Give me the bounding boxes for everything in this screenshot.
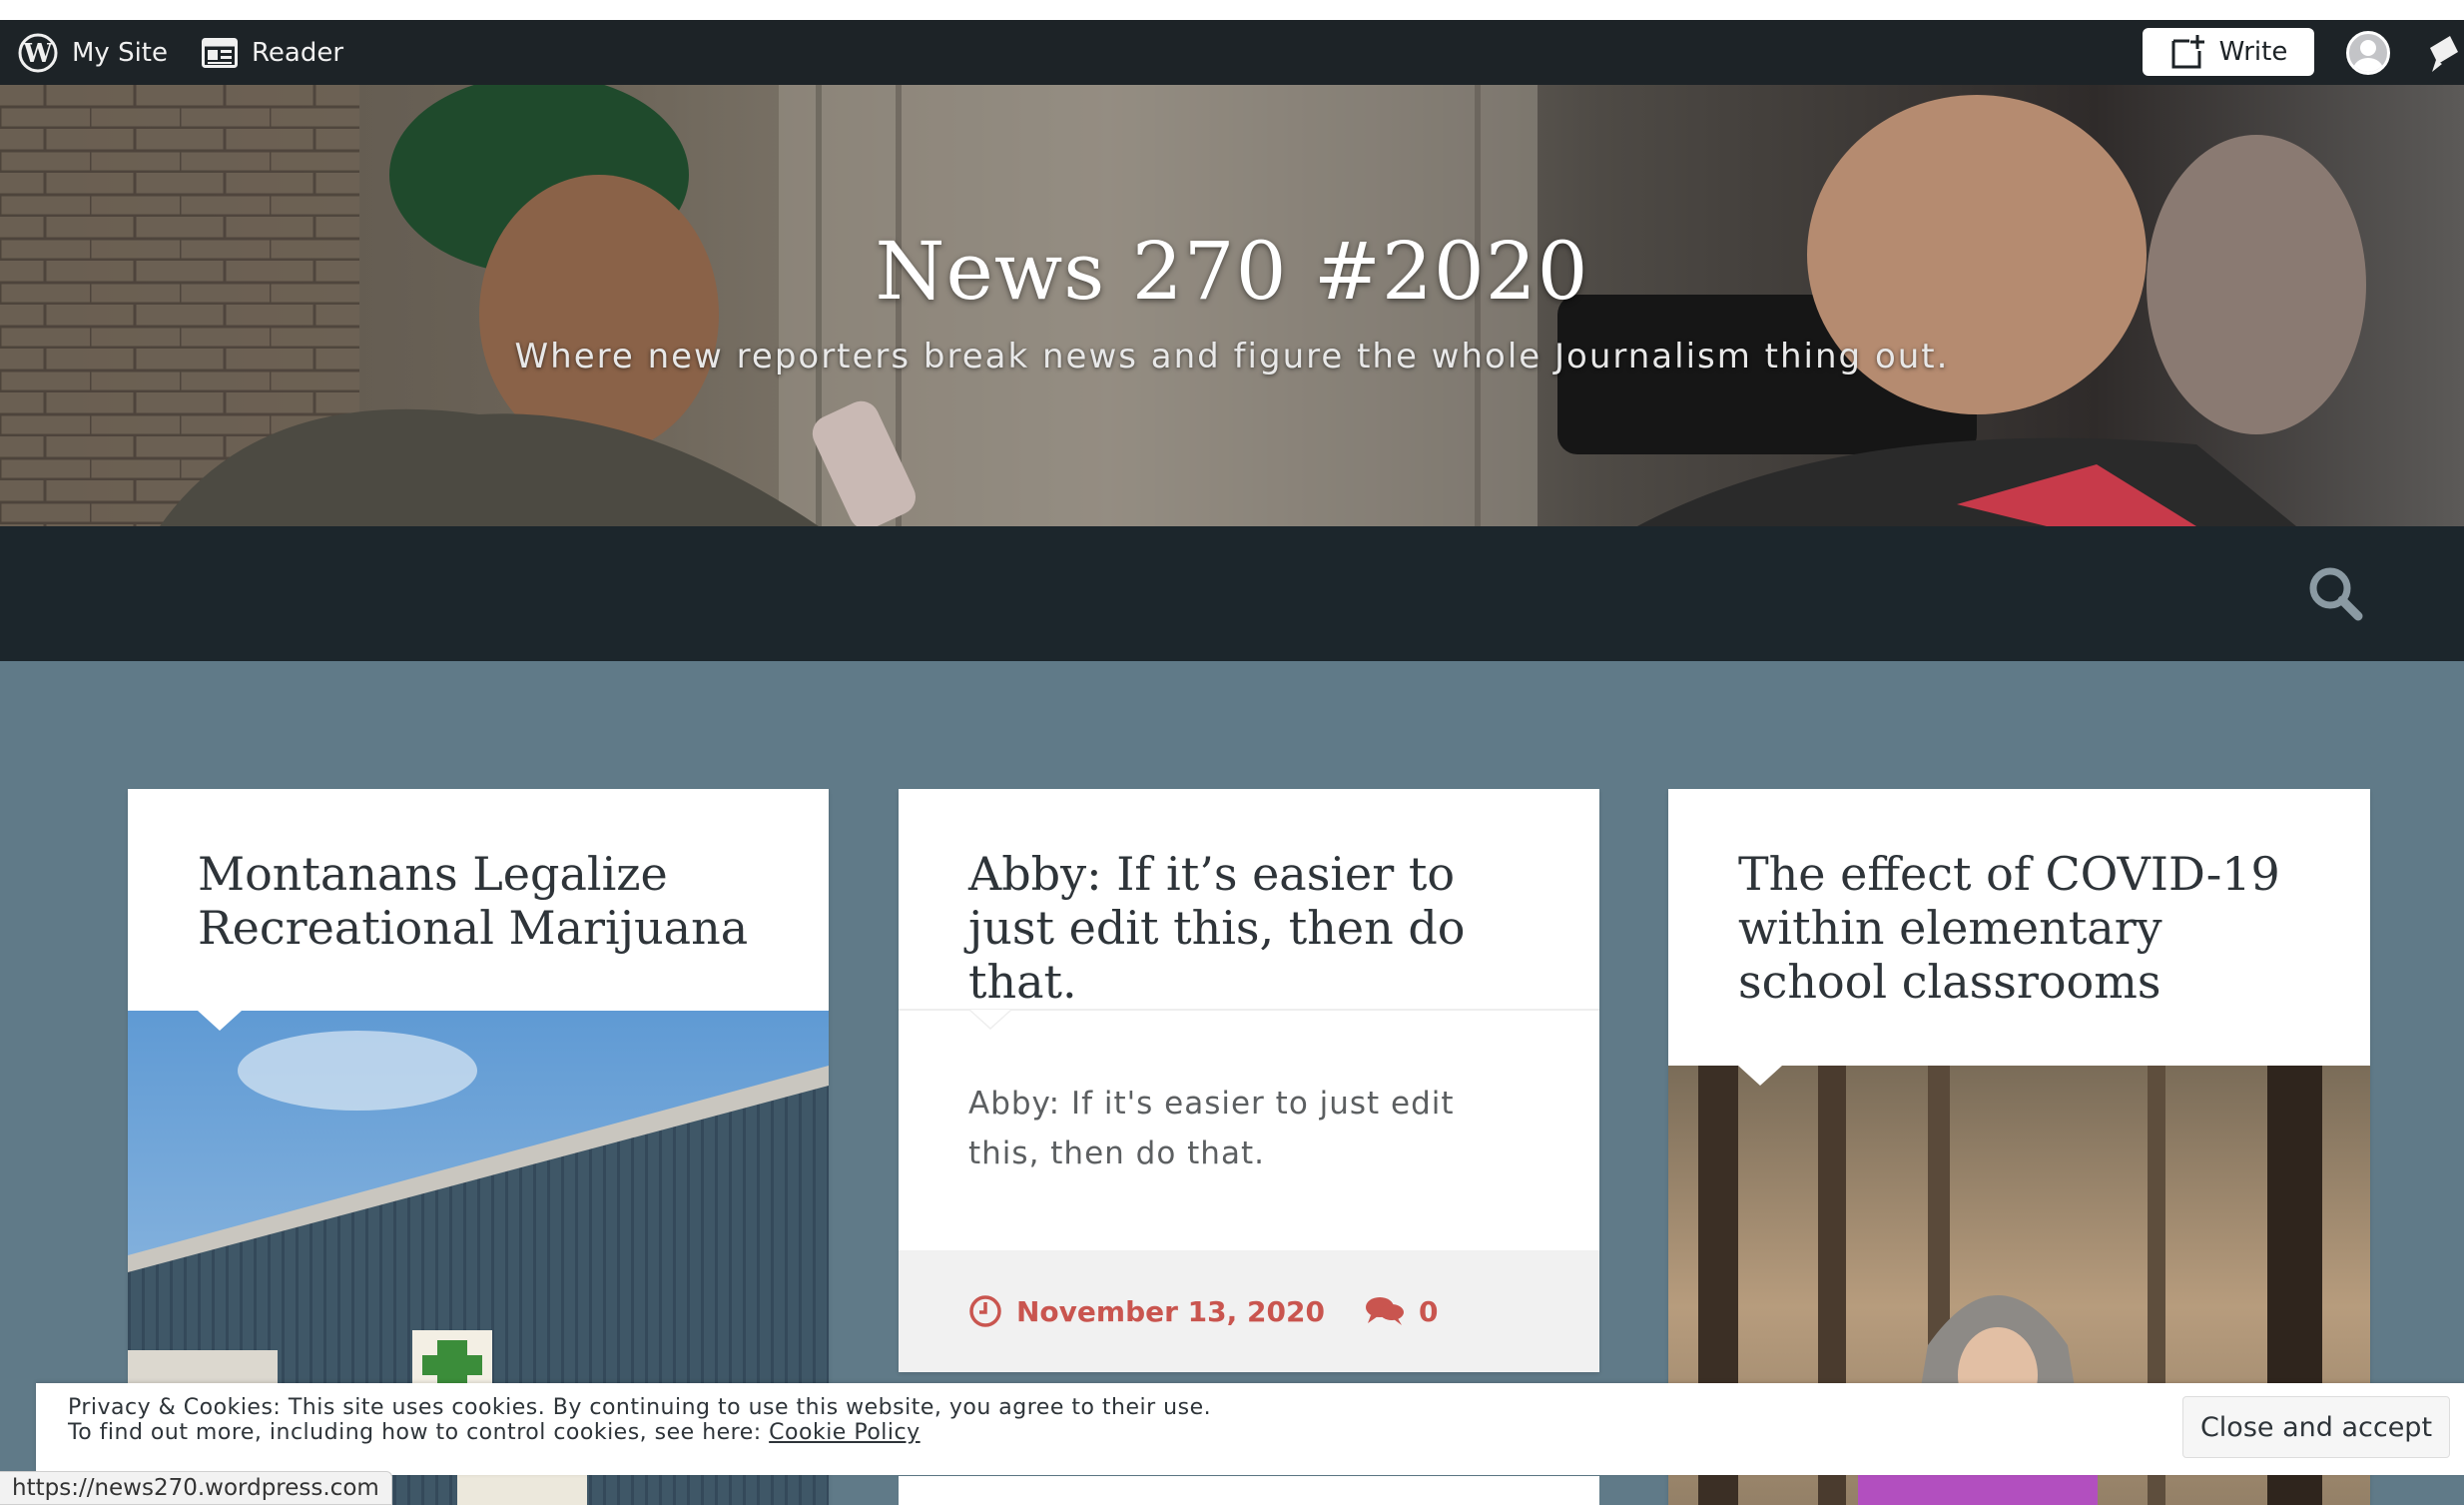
post-meta-footer: November 13, 2020 0 [899,1250,1599,1372]
svg-text:W: W [22,39,53,69]
status-url: https://news270.wordpress.com [0,1471,392,1505]
cookie-policy-link[interactable]: Cookie Policy [769,1420,920,1445]
write-button[interactable]: Write [2143,28,2314,76]
write-icon [2171,35,2204,69]
my-site-link[interactable]: W My Site [18,20,168,85]
user-icon [2353,40,2383,72]
clock-icon [969,1295,1001,1327]
reader-link[interactable]: Reader [202,20,343,85]
notifications-icon[interactable] [2424,34,2464,74]
search-icon[interactable] [2306,564,2364,622]
comments-icon [1365,1297,1404,1325]
site-title[interactable]: News 270 #2020 [0,225,2464,318]
post-title-3[interactable]: The effect of COVID-19 within elementary… [1738,847,2310,1009]
post-title-2[interactable]: Abby: If it’s easier to just edit this, … [968,847,1540,1009]
avatar[interactable] [2346,31,2390,75]
cookie-line-2: To find out more, including how to contr… [68,1420,1211,1445]
post-pointer-1 [198,1011,242,1031]
cookie-line-1: Privacy & Cookies: This site uses cookie… [68,1395,1212,1420]
post-comment-count: 0 [1418,1294,1439,1328]
nav-bar [0,526,2464,661]
write-label: Write [2218,37,2288,67]
cookie-banner: Privacy & Cookies: This site uses cookie… [36,1383,2464,1475]
post-pointer-3 [1738,1066,1782,1086]
post-date-link[interactable]: November 13, 2020 [968,1294,1325,1328]
reader-label: Reader [252,37,344,68]
post-title-1[interactable]: Montanans Legalize Recreational Marijuan… [198,847,769,955]
site-header: News 270 #2020 Where new reporters break… [0,85,2464,526]
close-and-accept-button[interactable]: Close and accept [2182,1396,2450,1458]
post-card-4 [899,1476,1599,1505]
admin-bar: W My Site Reader Write [0,20,2464,85]
reader-icon [202,37,238,68]
site-description: Where new reporters break news and figur… [514,337,1950,376]
post-comments-link[interactable]: 0 [1365,1295,1438,1328]
excerpt-pointer-inner [970,1010,1010,1028]
my-site-label: My Site [72,37,169,68]
window-top-strip [0,0,2464,20]
post-card-2: Abby: If it’s easier to just edit this, … [899,789,1599,1372]
post-excerpt-2: Abby: If it's easier to just edit this, … [968,1086,1455,1171]
cookie-line-2-text: To find out more, including how to contr… [68,1420,770,1445]
cookie-text: Privacy & Cookies: This site uses cookie… [68,1395,1211,1445]
post-date: November 13, 2020 [1016,1294,1325,1328]
wordpress-logo-icon: W [18,33,58,72]
